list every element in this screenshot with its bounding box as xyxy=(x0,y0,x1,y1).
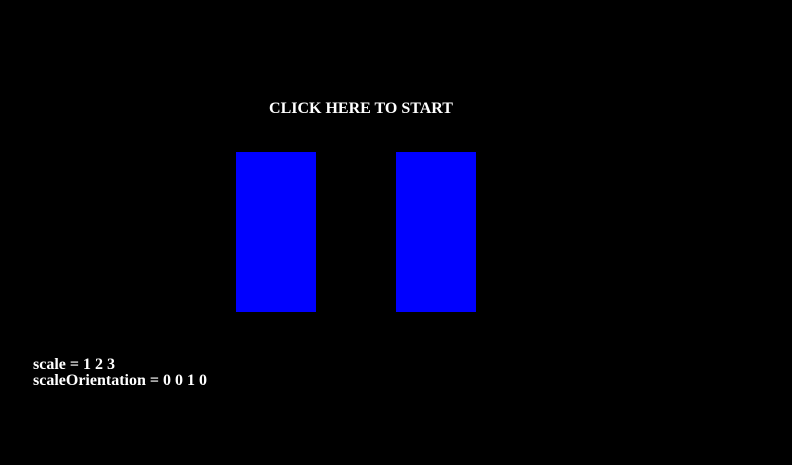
blue-box-right xyxy=(396,152,476,312)
scale-orientation-readout: scaleOrientation = 0 0 1 0 xyxy=(33,372,207,389)
blue-box-left xyxy=(236,152,316,312)
transform-info: scale = 1 2 3 scaleOrientation = 0 0 1 0 xyxy=(33,357,207,389)
click-to-start-button[interactable]: CLICK HERE TO START xyxy=(0,99,722,119)
scale-readout: scale = 1 2 3 xyxy=(33,356,115,373)
scene-viewport[interactable]: CLICK HERE TO START scale = 1 2 3 scaleO… xyxy=(0,0,792,465)
